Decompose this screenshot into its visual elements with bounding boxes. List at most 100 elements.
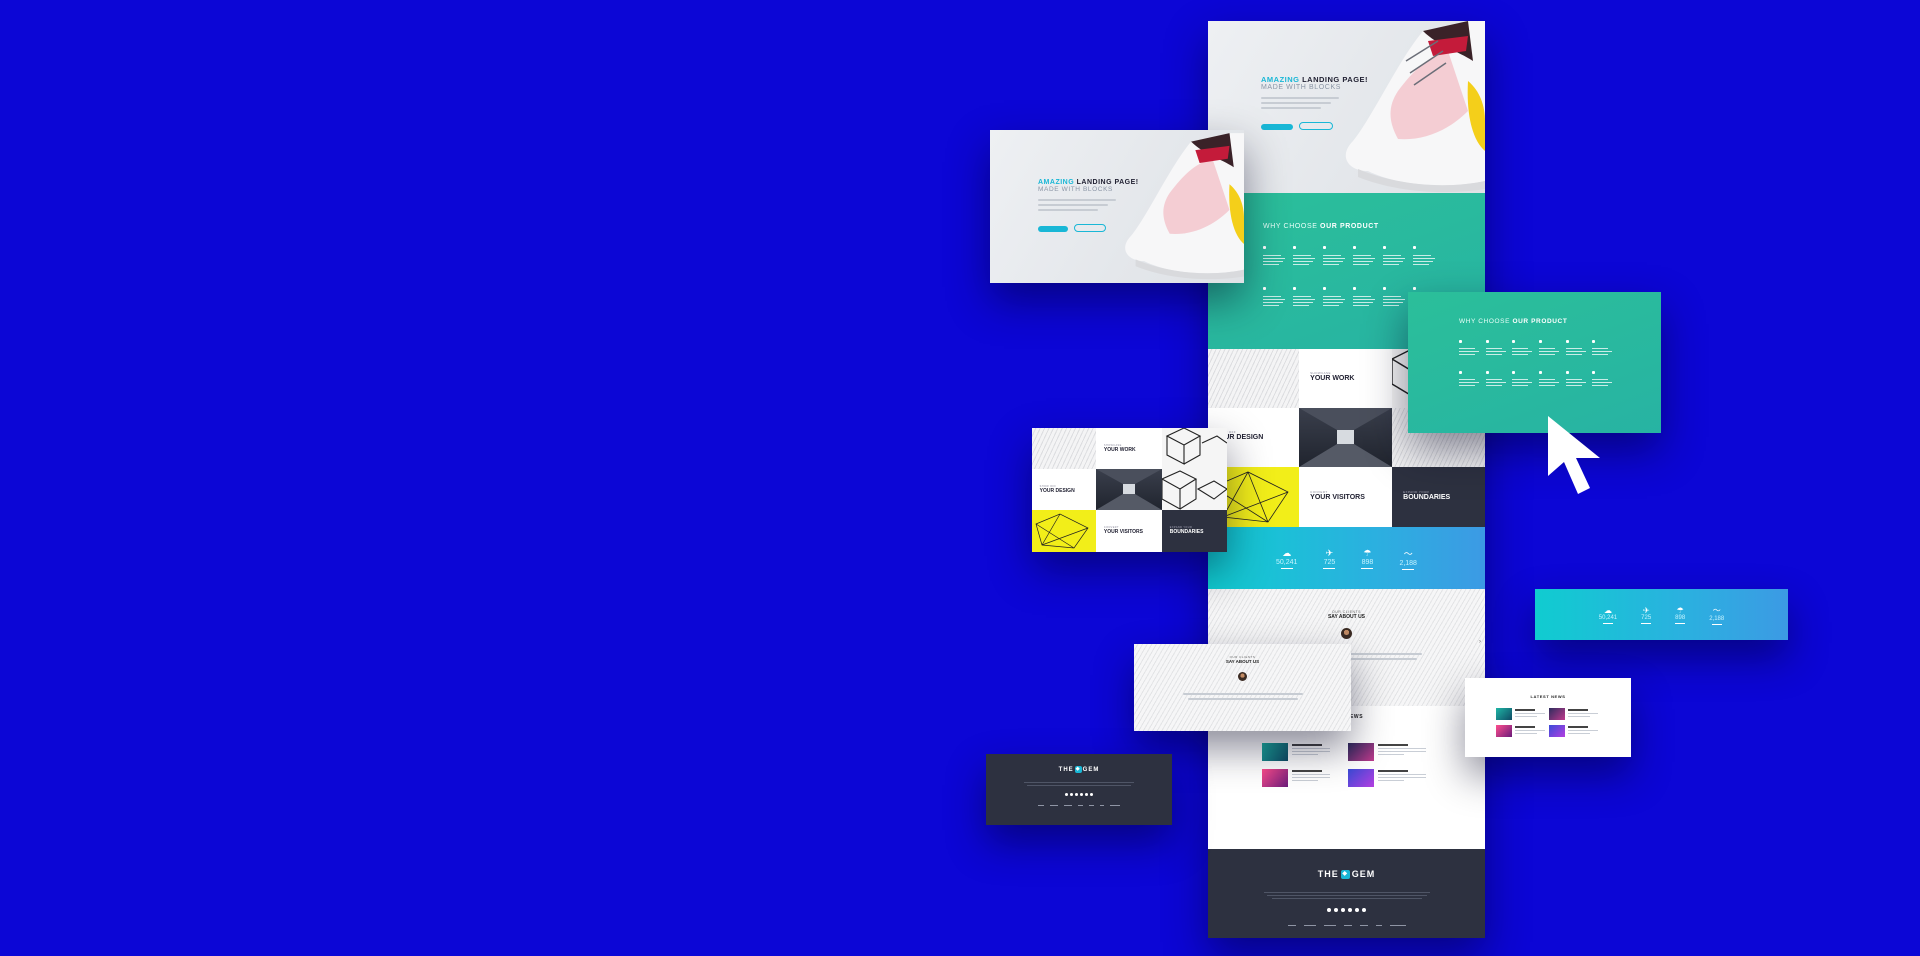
feature-item [1383,246,1413,265]
footer-link[interactable] [1078,804,1083,806]
news-item[interactable] [1262,769,1332,787]
features-lead: WHY CHOOSE [1263,223,1318,230]
footer-link[interactable] [1303,925,1316,926]
news-item[interactable] [1496,725,1545,737]
social-icon[interactable] [1090,792,1093,796]
hero-title: LANDING PAGE! [1076,179,1139,186]
social-icon[interactable] [1362,908,1366,912]
cursor-arrow-icon [1548,416,1600,494]
stat-item: ☁ 50,241 [1599,606,1617,624]
news-thumbnail [1262,743,1288,761]
features-lead: WHY CHOOSE [1459,318,1511,325]
social-icon[interactable] [1334,908,1338,912]
features-strong: OUR PRODUCT [1320,223,1379,230]
showcase-tile-wave [1032,428,1096,469]
footer-link[interactable] [1050,804,1058,806]
showcase-tile-work[interactable]: SHOWCASE YOUR WORK [1096,428,1162,469]
floating-news-card: LATEST NEWS [1465,678,1631,757]
stat-item: ✈ 725 [1323,548,1336,569]
showcase-tile-design[interactable]: SHOW OFF YOUR DESIGN [1032,469,1096,510]
social-icon[interactable] [1355,908,1359,912]
news-item[interactable] [1262,743,1332,761]
showcase-tile-visitors[interactable]: CONVERT YOUR VISITORS [1299,467,1392,527]
footer-nav [986,804,1172,806]
showcase-tile-corridor [1299,408,1392,467]
feature-item [1353,246,1383,265]
stat-item: 〜 2,188 [1709,605,1724,625]
stat-item: 〜 2,188 [1399,547,1417,570]
hero-secondary-button[interactable] [1299,122,1334,130]
stats-section: ☁ 50,241 ✈ 725 ☂ 898 〜 2,188 [1208,527,1485,589]
feature-item [1485,340,1513,355]
news-item[interactable] [1348,769,1428,787]
footer-link[interactable] [1287,925,1296,926]
satellite-icon: ✈ [1642,605,1650,615]
showcase-tile-cubes-2 [1162,469,1227,510]
footer-link[interactable] [1323,925,1336,926]
social-icon[interactable] [1085,792,1088,796]
showcase-tile-boundaries[interactable]: EXPAND YOUR BOUNDARIES [1162,510,1227,552]
feature-item [1263,287,1293,306]
footer-link[interactable] [1038,804,1044,806]
logo: THE ◆ GEM [1317,869,1376,879]
stat-item: ☂ 898 [1361,547,1374,569]
pulse-icon: 〜 [1403,548,1413,559]
gem-icon: ◆ [1340,869,1350,879]
social-icon[interactable] [1341,908,1345,912]
feature-item [1592,340,1619,355]
chevron-right-icon[interactable]: › [1479,639,1481,645]
showcase-tile-boundaries[interactable]: EXPAND YOUR BOUNDARIES [1392,467,1485,527]
stat-item: ☁ 50,241 [1276,548,1297,569]
social-icon[interactable] [1348,908,1352,912]
hero-title-accent: AMAZING [1261,75,1300,84]
feature-item [1459,340,1486,355]
footer-link[interactable] [1110,804,1120,806]
pulse-icon: 〜 [1712,605,1721,615]
cloud-icon: ☁ [1603,605,1612,615]
footer-link[interactable] [1389,925,1406,926]
news-item[interactable] [1496,708,1545,720]
news-item[interactable] [1549,725,1598,737]
footer-link[interactable] [1064,804,1072,806]
stat-item: ✈ 725 [1641,606,1651,624]
footer-link[interactable] [1343,925,1352,926]
feature-item [1565,340,1593,355]
footer-link[interactable] [1359,925,1368,926]
hero-primary-button[interactable] [1261,124,1293,130]
avatar [1341,628,1352,639]
hero-section: AMAZING LANDING PAGE! MADE WITH BLOCKS [1208,21,1485,193]
logo: THE ◆ GEM [1058,766,1100,773]
floating-stats-card: ☁ 50,241 ✈ 725 ☂ 898 〜 2,188 [1535,589,1788,640]
hero-secondary-button[interactable] [1074,224,1107,232]
footer-section: THE ◆ GEM [1208,849,1485,938]
social-icon[interactable] [1065,792,1068,796]
gem-icon: ◆ [1074,766,1082,773]
showcase-tile-work[interactable]: SHOWCASE YOUR WORK [1299,349,1392,408]
footer-link[interactable] [1375,925,1382,926]
footer-link[interactable] [1100,804,1104,806]
news-item[interactable] [1348,743,1428,761]
cloud-icon: ☁ [1282,547,1292,558]
feature-item [1323,246,1353,265]
hero-title: LANDING PAGE! [1302,75,1369,84]
footer-link[interactable] [1089,804,1094,806]
news-item[interactable] [1549,708,1598,720]
showcase-tile-wave [1208,349,1299,408]
floating-showcase-card: SHOWCASE YOUR WORK SHOW OFF YOUR DESIGN CO… [1032,428,1227,552]
umbrella-icon: ☂ [1363,547,1372,558]
floating-footer-card: THE ◆ GEM [986,754,1172,825]
feature-item [1293,287,1323,306]
showcase-tile-visitors[interactable]: CONVERT YOUR VISITORS [1096,510,1162,552]
floating-hero-card: AMAZING LANDING PAGE! MADE WITH BLOCKS [990,130,1244,283]
social-icons [986,792,1172,796]
feature-item [1592,371,1619,386]
social-icon[interactable] [1080,792,1083,796]
social-icon[interactable] [1070,792,1073,796]
social-icon[interactable] [1327,908,1331,912]
showcase-tile-corridor [1096,469,1162,510]
social-icon[interactable] [1075,792,1078,796]
testimonials-title: SAY ABOUT US [1225,659,1260,664]
hero-primary-button[interactable] [1038,226,1068,232]
features-strong: OUR PRODUCT [1512,318,1568,325]
feature-item [1293,246,1323,265]
